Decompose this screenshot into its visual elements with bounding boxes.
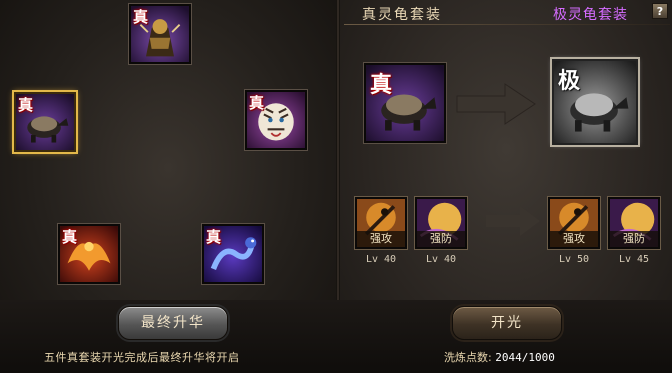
skill-strong-defense-target[interactable]: 强防 xyxy=(607,196,661,250)
open-light-button[interactable]: 开光 xyxy=(452,306,562,340)
skill-level: Lv 40 xyxy=(425,254,457,265)
true-badge: 真 xyxy=(133,8,149,26)
skill-level: Lv 50 xyxy=(558,254,590,265)
skill-level: Lv 40 xyxy=(365,254,397,265)
skill-strong-defense-current[interactable]: 强防 xyxy=(414,196,468,250)
true-badge: 真 xyxy=(370,72,393,98)
current-item-slot[interactable]: 真 xyxy=(363,62,447,144)
skill-strong-attack-target[interactable]: 强攻 xyxy=(547,196,601,250)
set-slot-bottom-right[interactable]: 真 xyxy=(201,223,265,285)
skill-label: 强防 xyxy=(417,231,465,247)
set-slot-left-selected[interactable]: 真 xyxy=(12,90,78,154)
true-badge: 真 xyxy=(249,94,265,112)
screen-root: 真 真 真 真 真 最终升华 五件真套装开光完成后最终升华将开启 真灵龟套装 极… xyxy=(0,0,672,373)
skill-level: Lv 45 xyxy=(618,254,650,265)
skill-strong-attack-current[interactable]: 强攻 xyxy=(354,196,408,250)
skill-label: 强攻 xyxy=(357,231,405,247)
skill-label: 强防 xyxy=(610,231,658,247)
refine-points-value: 2044/1000 xyxy=(495,351,555,364)
upgrade-arrow-icon xyxy=(456,83,536,125)
set-slot-top[interactable]: 真 xyxy=(128,3,192,65)
true-badge: 真 xyxy=(18,96,34,114)
extreme-badge: 极 xyxy=(558,68,581,94)
true-badge: 真 xyxy=(62,228,78,246)
title-underline xyxy=(344,24,670,25)
refine-points-label: 洗炼点数: xyxy=(444,351,492,364)
final-sublimation-button[interactable]: 最终升华 xyxy=(118,306,228,340)
set-slot-right[interactable]: 真 xyxy=(244,89,308,151)
set-slot-bottom-left[interactable]: 真 xyxy=(57,223,121,285)
refine-points: 洗炼点数: 2044/1000 xyxy=(444,349,555,365)
sublimation-tip-text: 五件真套装开光完成后最终升华将开启 xyxy=(44,351,240,364)
skill-label: 强攻 xyxy=(550,231,598,247)
skill-arrow-icon xyxy=(486,206,540,236)
true-badge: 真 xyxy=(206,228,222,246)
current-set-title: 真灵龟套装 xyxy=(362,7,442,23)
target-item-slot[interactable]: 极 xyxy=(550,57,640,147)
target-set-title: 极灵龟套装 xyxy=(553,7,628,23)
help-button[interactable]: ? xyxy=(652,3,668,19)
